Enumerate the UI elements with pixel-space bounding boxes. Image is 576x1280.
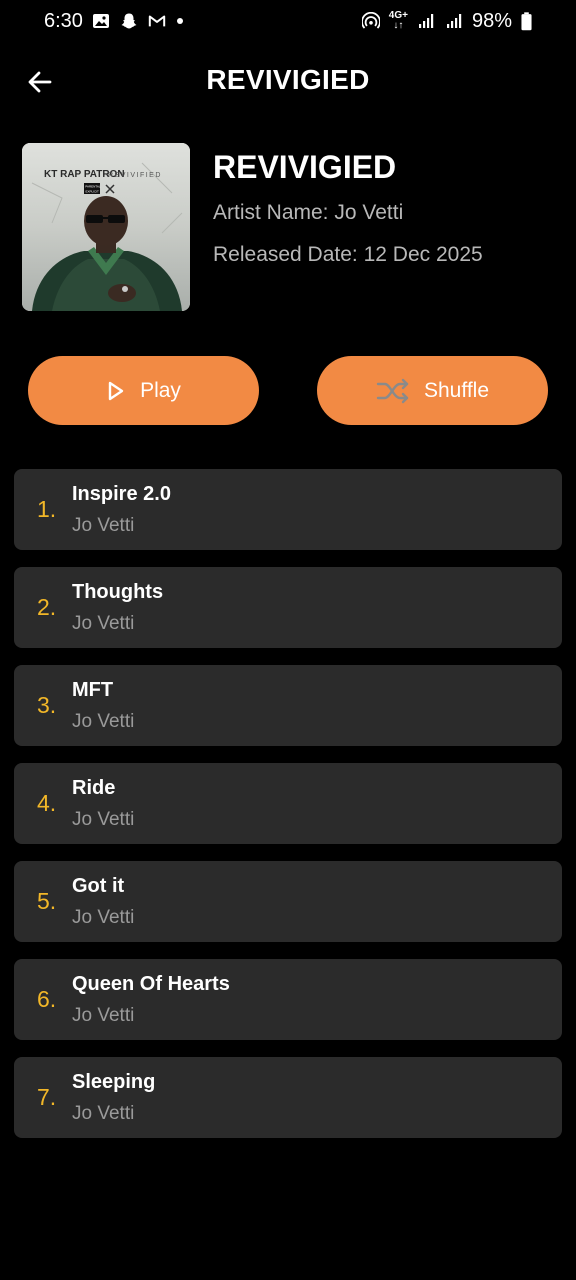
track-number: 4. [37,790,57,816]
track-row[interactable]: 4. Ride Jo Vetti [14,763,562,844]
page-title: REVIVIGIED [206,64,370,95]
gallery-icon [91,11,111,31]
album-title: REVIVIGIED [213,149,397,185]
track-number: 5. [37,888,57,914]
advisory-bottom-text: EXPLICIT [86,190,100,194]
gmail-icon [147,11,167,31]
play-button[interactable]: Play [28,356,259,425]
track-title: Got it [72,875,125,897]
album-cover-art: KT RAP PATRON REVIVIFIED PARENTAL EXPLIC… [22,143,190,311]
network-type-icon: 4G+ ↓↑ [389,11,408,31]
track-artist: Jo Vetti [72,515,135,536]
track-title: Sleeping [72,1071,156,1093]
signal-secondary-icon [444,11,464,31]
notification-dot-icon [176,18,183,24]
track-list: 1. Inspire 2.0 Jo Vetti 2. Thoughts Jo V… [14,469,562,1155]
track-title: Inspire 2.0 [72,483,171,505]
track-row[interactable]: 3. MFT Jo Vetti [14,665,562,746]
status-time: 6:30 [44,9,83,32]
battery-percent: 98% [471,9,512,32]
status-left: 6:30 [44,10,183,33]
track-number: 1. [37,496,57,522]
track-number: 7. [37,1084,57,1110]
status-bar: 6:30 4G+ ↓↑ 98% [0,0,576,42]
track-row[interactable]: 7. Sleeping Jo Vetti [14,1057,562,1138]
track-row[interactable]: 5. Got it Jo Vetti [14,861,562,942]
track-row[interactable]: 2. Thoughts Jo Vetti [14,567,562,648]
track-title: Thoughts [72,581,164,603]
track-artist: Jo Vetti [72,711,135,732]
album-info: KT RAP PATRON REVIVIFIED PARENTAL EXPLIC… [22,143,554,313]
play-icon [108,381,124,400]
play-button-label: Play [140,378,181,402]
track-artist: Jo Vetti [72,1103,135,1124]
album-cover: KT RAP PATRON REVIVIFIED PARENTAL EXPLIC… [22,143,190,311]
track-number: 3. [37,692,57,718]
track-title: Queen Of Hearts [72,973,230,995]
track-title: MFT [72,679,114,701]
track-artist: Jo Vetti [72,1005,135,1026]
track-row[interactable]: 1. Inspire 2.0 Jo Vetti [14,469,562,550]
battery-icon [520,11,532,31]
track-title: Ride [72,777,116,799]
hotspot-icon [361,11,381,31]
track-row[interactable]: 6. Queen Of Hearts Jo Vetti [14,959,562,1040]
track-artist: Jo Vetti [72,613,135,634]
track-artist: Jo Vetti [72,907,135,928]
album-release-date: Released Date: 12 Dec 2025 [213,243,483,266]
album-artist: Artist Name: Jo Vetti [213,201,404,224]
track-number: 6. [37,986,57,1012]
advisory-top-text: PARENTAL [85,185,101,189]
shuffle-button[interactable]: Shuffle [317,356,548,425]
status-right: 4G+ ↓↑ 98% [361,10,532,33]
cover-album-text: REVIVIFIED [108,172,162,179]
shuffle-icon [376,378,409,403]
shuffle-button-label: Shuffle [424,378,489,402]
app-header: REVIVIGIED [0,52,576,110]
signal-icon [416,11,436,31]
snapchat-icon [119,11,139,31]
data-arrows-icon: ↓↑ [393,20,404,31]
track-artist: Jo Vetti [72,809,135,830]
track-number: 2. [37,594,57,620]
